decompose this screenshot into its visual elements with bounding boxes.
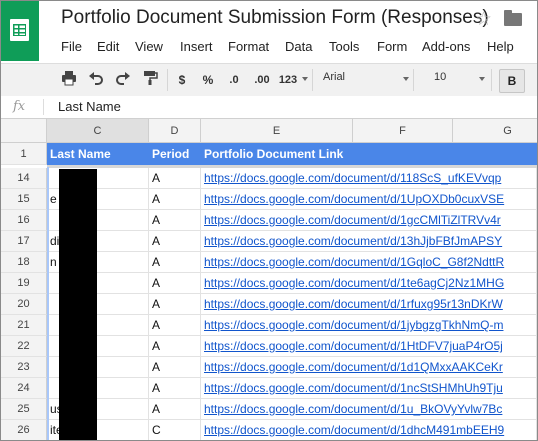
- app-window: Portfolio Document Submission Form (Resp…: [0, 0, 538, 441]
- row-header[interactable]: 24: [1, 378, 47, 399]
- menu-file[interactable]: File: [61, 39, 82, 54]
- increase-decimal-button[interactable]: .00: [250, 70, 274, 90]
- row-header[interactable]: 21: [1, 315, 47, 336]
- cell-document-link[interactable]: https://docs.google.com/document/d/118Sc…: [201, 168, 537, 189]
- folder-icon[interactable]: [504, 10, 522, 26]
- cell-document-link[interactable]: https://docs.google.com/document/d/1gcCM…: [201, 210, 537, 231]
- cell-period[interactable]: A: [149, 294, 201, 315]
- cell-period[interactable]: A: [149, 189, 201, 210]
- menu-view[interactable]: View: [135, 39, 163, 54]
- undo-icon[interactable]: [86, 70, 106, 90]
- cell-document-link[interactable]: https://docs.google.com/document/d/1dhcM…: [201, 420, 537, 440]
- star-icon[interactable]: ☆: [475, 8, 492, 31]
- percent-button[interactable]: %: [200, 70, 216, 90]
- row-header[interactable]: 14: [1, 168, 47, 189]
- select-all-corner[interactable]: [1, 119, 53, 143]
- cell-document-link[interactable]: https://docs.google.com/document/d/1ncSt…: [201, 378, 537, 399]
- more-formats-button[interactable]: 123: [276, 70, 300, 90]
- sheets-logo-icon[interactable]: [1, 1, 39, 61]
- cell-period[interactable]: A: [149, 378, 201, 399]
- cell-document-link[interactable]: https://docs.google.com/document/d/1HtDF…: [201, 336, 537, 357]
- column-header-c[interactable]: C: [47, 119, 149, 143]
- decrease-decimal-button[interactable]: .0: [223, 70, 245, 90]
- print-icon[interactable]: [59, 70, 79, 90]
- row-header[interactable]: 1: [1, 143, 47, 165]
- cell-period[interactable]: A: [149, 168, 201, 189]
- menu-tools[interactable]: Tools: [329, 39, 359, 54]
- menu-help[interactable]: Help: [487, 39, 514, 54]
- redo-icon[interactable]: [113, 70, 133, 90]
- row-header[interactable]: 17: [1, 231, 47, 252]
- cell-period[interactable]: C: [149, 420, 201, 440]
- menu-data[interactable]: Data: [285, 39, 312, 54]
- formula-bar: fx Last Name: [1, 96, 537, 119]
- row-header[interactable]: 25: [1, 399, 47, 420]
- font-caret-icon[interactable]: [403, 77, 409, 81]
- cell-period[interactable]: A: [149, 315, 201, 336]
- currency-button[interactable]: $: [175, 70, 189, 90]
- row-header[interactable]: 26: [1, 420, 47, 440]
- row-header[interactable]: 19: [1, 273, 47, 294]
- cell-period[interactable]: A: [149, 336, 201, 357]
- cell-document-link[interactable]: https://docs.google.com/document/d/1Gqlo…: [201, 252, 537, 273]
- row-header[interactable]: 18: [1, 252, 47, 273]
- header-cell-document-link[interactable]: Portfolio Document Link: [201, 143, 453, 165]
- row-header[interactable]: 23: [1, 357, 47, 378]
- redaction-block: [59, 169, 97, 440]
- font-select[interactable]: Arial: [323, 71, 345, 83]
- column-header-g[interactable]: G: [453, 119, 537, 143]
- row-header[interactable]: 15: [1, 189, 47, 210]
- cell-document-link[interactable]: https://docs.google.com/document/d/1d1QM…: [201, 357, 537, 378]
- menu-insert[interactable]: Insert: [180, 39, 213, 54]
- toolbar: $ % .0 .00 123 Arial 10 B: [1, 63, 537, 97]
- fx-icon: fx: [13, 99, 26, 114]
- formula-input[interactable]: Last Name: [58, 99, 121, 114]
- font-size-caret-icon[interactable]: [479, 77, 485, 81]
- menu-form[interactable]: Form: [377, 39, 407, 54]
- cell-document-link[interactable]: https://docs.google.com/document/d/13hJj…: [201, 231, 537, 252]
- cell-period[interactable]: A: [149, 231, 201, 252]
- column-header-e[interactable]: E: [201, 119, 353, 143]
- document-title[interactable]: Portfolio Document Submission Form (Resp…: [61, 7, 489, 29]
- more-formats-caret-icon[interactable]: [302, 77, 308, 81]
- menu-format[interactable]: Format: [228, 39, 269, 54]
- column-header-d[interactable]: D: [149, 119, 201, 143]
- title-bar: Portfolio Document Submission Form (Resp…: [1, 1, 537, 63]
- cell-period[interactable]: A: [149, 357, 201, 378]
- selection-column-edge: [47, 167, 49, 440]
- menu-edit[interactable]: Edit: [97, 39, 119, 54]
- cell-document-link[interactable]: https://docs.google.com/document/d/1jybg…: [201, 315, 537, 336]
- header-cell-last-name[interactable]: Last Name: [47, 143, 149, 165]
- cell-document-link[interactable]: https://docs.google.com/document/d/1UpOX…: [201, 189, 537, 210]
- header-cell-g[interactable]: [453, 143, 537, 165]
- paint-format-icon[interactable]: [140, 70, 160, 90]
- cell-period[interactable]: A: [149, 273, 201, 294]
- bold-button[interactable]: B: [499, 69, 525, 93]
- column-header-f[interactable]: F: [353, 119, 453, 143]
- cell-document-link[interactable]: https://docs.google.com/document/d/1rfux…: [201, 294, 537, 315]
- row-header[interactable]: 16: [1, 210, 47, 231]
- cell-document-link[interactable]: https://docs.google.com/document/d/1u_Bk…: [201, 399, 537, 420]
- row-header[interactable]: 20: [1, 294, 47, 315]
- cell-period[interactable]: A: [149, 210, 201, 231]
- header-cell-period[interactable]: Period: [149, 143, 201, 165]
- row-header[interactable]: 22: [1, 336, 47, 357]
- menu-addons[interactable]: Add-ons: [422, 39, 470, 54]
- cell-period[interactable]: A: [149, 399, 201, 420]
- cell-document-link[interactable]: https://docs.google.com/document/d/1te6a…: [201, 273, 537, 294]
- font-size-select[interactable]: 10: [434, 71, 446, 83]
- cell-period[interactable]: A: [149, 252, 201, 273]
